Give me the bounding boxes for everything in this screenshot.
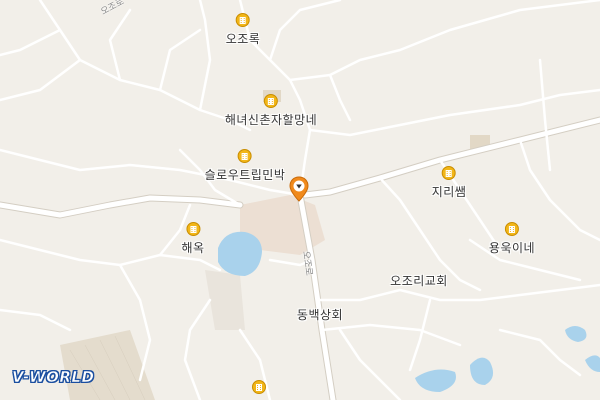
building-icon [263, 94, 278, 108]
poi-jirissaem[interactable]: 지리쌤 [432, 166, 467, 200]
vworld-logo[interactable]: V-WORLD [12, 368, 95, 387]
poi-bottom[interactable] [252, 380, 266, 397]
location-pin-icon[interactable] [289, 176, 309, 202]
place-dongbaek-sanghoe[interactable]: 동백상회 [297, 306, 343, 323]
building-icon [442, 166, 456, 180]
building-icon [236, 13, 250, 27]
poi-slowtrip-minbak[interactable]: 슬로우트립민박 [205, 149, 286, 183]
poi-haenyeo-sinchon[interactable]: 해녀신촌자할망네 [225, 94, 317, 128]
poi-yonguk-ine[interactable]: 용욱이네 [489, 222, 535, 256]
pond-main [218, 231, 262, 276]
building-icon [504, 222, 519, 236]
place-ojori-church[interactable]: 오조리교회 [390, 272, 448, 289]
poi-ojorok[interactable]: 오조록 [226, 13, 261, 47]
map-view[interactable]: 오조록 해녀신촌자할망네 슬로우트립민박 지리쌤 해옥 용욱이네 오조리교회 동… [0, 0, 600, 400]
building-icon [238, 149, 252, 163]
poi-haeok[interactable]: 해옥 [181, 222, 204, 256]
building-icon [252, 380, 266, 394]
building-icon [186, 222, 200, 236]
